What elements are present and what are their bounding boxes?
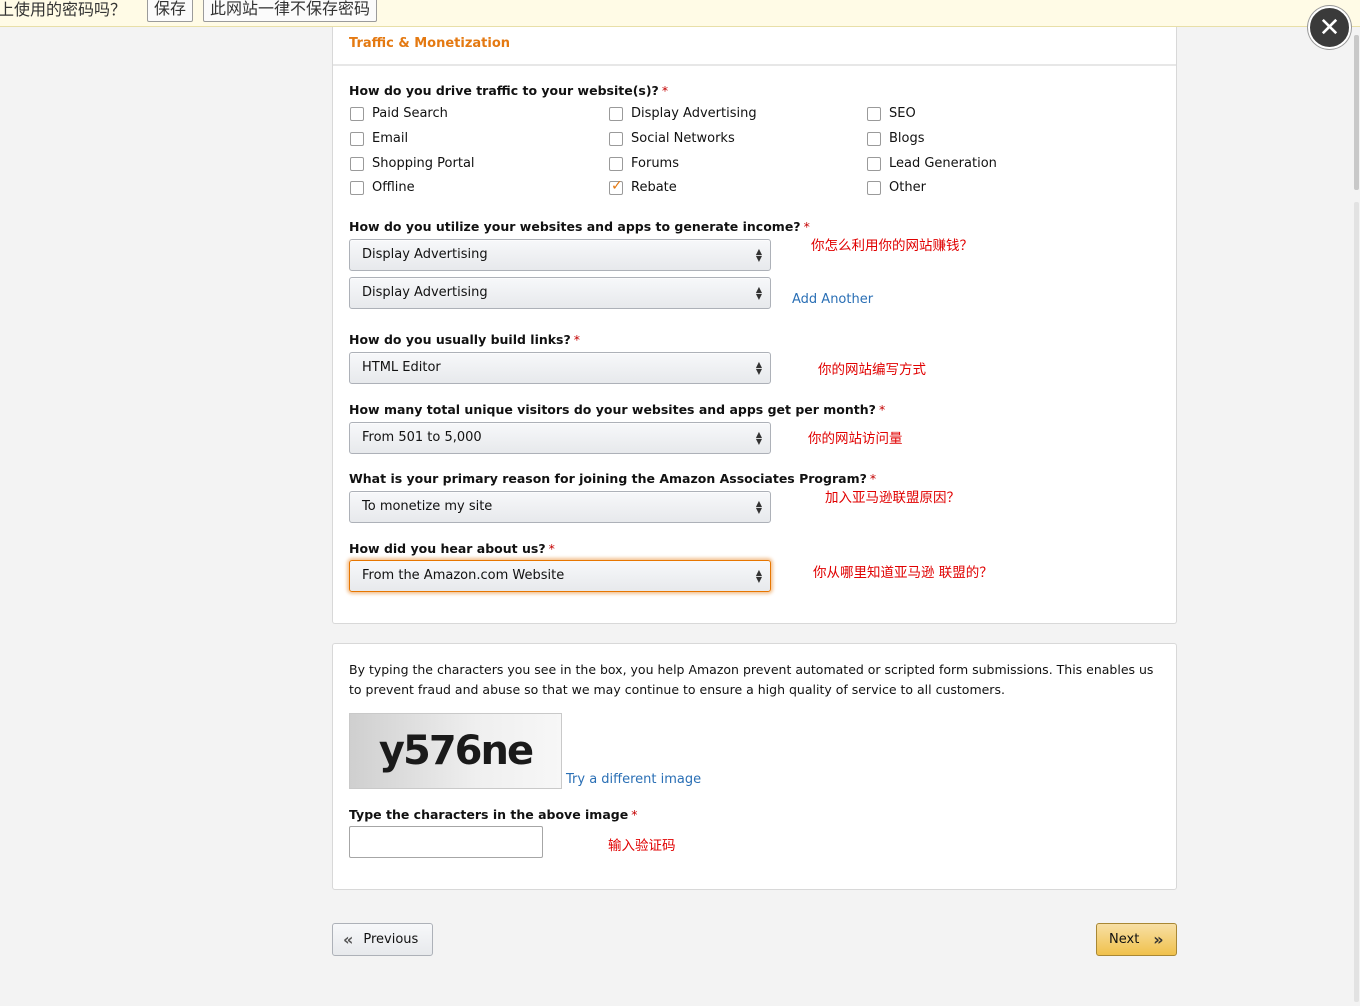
section-title: Traffic & Monetization [349,36,511,51]
previous-button[interactable]: « Previous [332,923,433,956]
traffic-monetization-card: Traffic & Monetization How do you drive … [332,27,1177,624]
try-different-image-link[interactable]: Try a different image [566,772,701,787]
add-another-link[interactable]: Add Another [792,292,873,307]
checkbox-rebate[interactable]: Rebate [609,178,677,195]
checkbox-box[interactable] [609,131,623,146]
income-note: 你怎么利用你的网站赚钱？ [811,238,973,254]
checkbox-box[interactable] [609,106,623,121]
save-password-message: 上使用的密码吗？ [0,0,127,19]
select-arrows-icon: ▲ ▼ [755,285,762,301]
checkbox-display-advertising[interactable]: Display Advertising [609,106,757,121]
save-password-button[interactable]: 保存 [147,0,194,22]
select-arrows-icon: ▲ ▼ [755,430,762,446]
captcha-image-text: y576ne [378,728,534,774]
links-note: 你的网站编写方式 [818,362,926,378]
checkbox-box[interactable] [350,106,364,121]
income-question-label: How do you utilize your websites and app… [349,219,810,234]
captcha-note: 输入验证码 [608,838,676,854]
checkbox-box[interactable] [867,131,881,146]
hear-question-label: How did you hear about us? * [349,541,555,556]
links-question-label: How do you usually build links? * [349,332,581,347]
select-arrows-icon: ▲ ▼ [755,568,762,584]
select-arrows-icon: ▲ ▼ [755,499,762,515]
save-password-bar: 上使用的密码吗？ 保存 此网站一律不保存密码 [0,0,1360,27]
checkbox-other[interactable]: Other [867,180,926,195]
checkbox-shopping-portal[interactable]: Shopping Portal [350,156,475,171]
checkbox-box[interactable] [350,131,364,146]
never-save-password-button[interactable]: 此网站一律不保存密码 [203,0,378,22]
income-select-1[interactable]: Display Advertising ▲ ▼ [349,239,771,271]
checkbox-lead-generation[interactable]: Lead Generation [867,156,997,171]
income-select-2[interactable]: Display Advertising ▲ ▼ [349,277,771,309]
hear-note: 你从哪里知道亚马逊 联盟的？ [813,565,993,581]
captcha-card: By typing the characters you see in the … [332,643,1177,890]
visitors-select[interactable]: From 501 to 5,000 ▲ ▼ [349,422,771,454]
checkbox-offline[interactable]: Offline [350,180,415,195]
checkbox-social-networks[interactable]: Social Networks [609,131,735,146]
section-header: Traffic & Monetization [333,27,1176,66]
vertical-scrollbar[interactable] [1352,27,1360,1006]
checkbox-box[interactable] [867,156,881,171]
checkbox-blogs[interactable]: Blogs [867,131,925,146]
checkbox-box[interactable] [350,156,364,171]
visitors-note: 你的网站访问量 [808,431,903,447]
checkbox-forums[interactable]: Forums [609,156,679,171]
select-arrows-icon: ▲ ▼ [755,247,762,263]
links-select[interactable]: HTML Editor ▲ ▼ [349,352,771,384]
captcha-input[interactable] [349,826,543,858]
checkbox-email[interactable]: Email [350,131,408,146]
close-icon[interactable]: ✕ [1308,6,1351,49]
captcha-input-label: Type the characters in the above image * [349,807,638,822]
checkbox-box-checked[interactable] [609,178,623,195]
select-arrows-icon: ▲ ▼ [755,360,762,376]
captcha-image: y576ne [349,713,562,789]
visitors-question-label: How many total unique visitors do your w… [349,402,886,417]
checkbox-box[interactable] [350,180,364,195]
traffic-question-label: How do you drive traffic to your website… [349,83,669,98]
checkbox-box[interactable] [867,106,881,121]
reason-select[interactable]: To monetize my site ▲ ▼ [349,491,771,523]
checkbox-seo[interactable]: SEO [867,106,916,121]
double-chevron-right-icon: » [1153,930,1164,949]
checkbox-box[interactable] [609,156,623,171]
reason-note: 加入亚马逊联盟原因？ [825,490,960,506]
next-button[interactable]: Next » [1096,923,1177,956]
scrollbar-track [1354,202,1359,1002]
checkbox-paid-search[interactable]: Paid Search [350,106,448,121]
checkbox-box[interactable] [867,180,881,195]
double-chevron-left-icon: « [343,930,354,949]
reason-question-label: What is your primary reason for joining … [349,471,877,486]
scrollbar-thumb[interactable] [1354,35,1359,190]
hear-select[interactable]: From the Amazon.com Website ▲ ▼ [349,560,771,592]
captcha-description: By typing the characters you see in the … [349,662,1154,697]
